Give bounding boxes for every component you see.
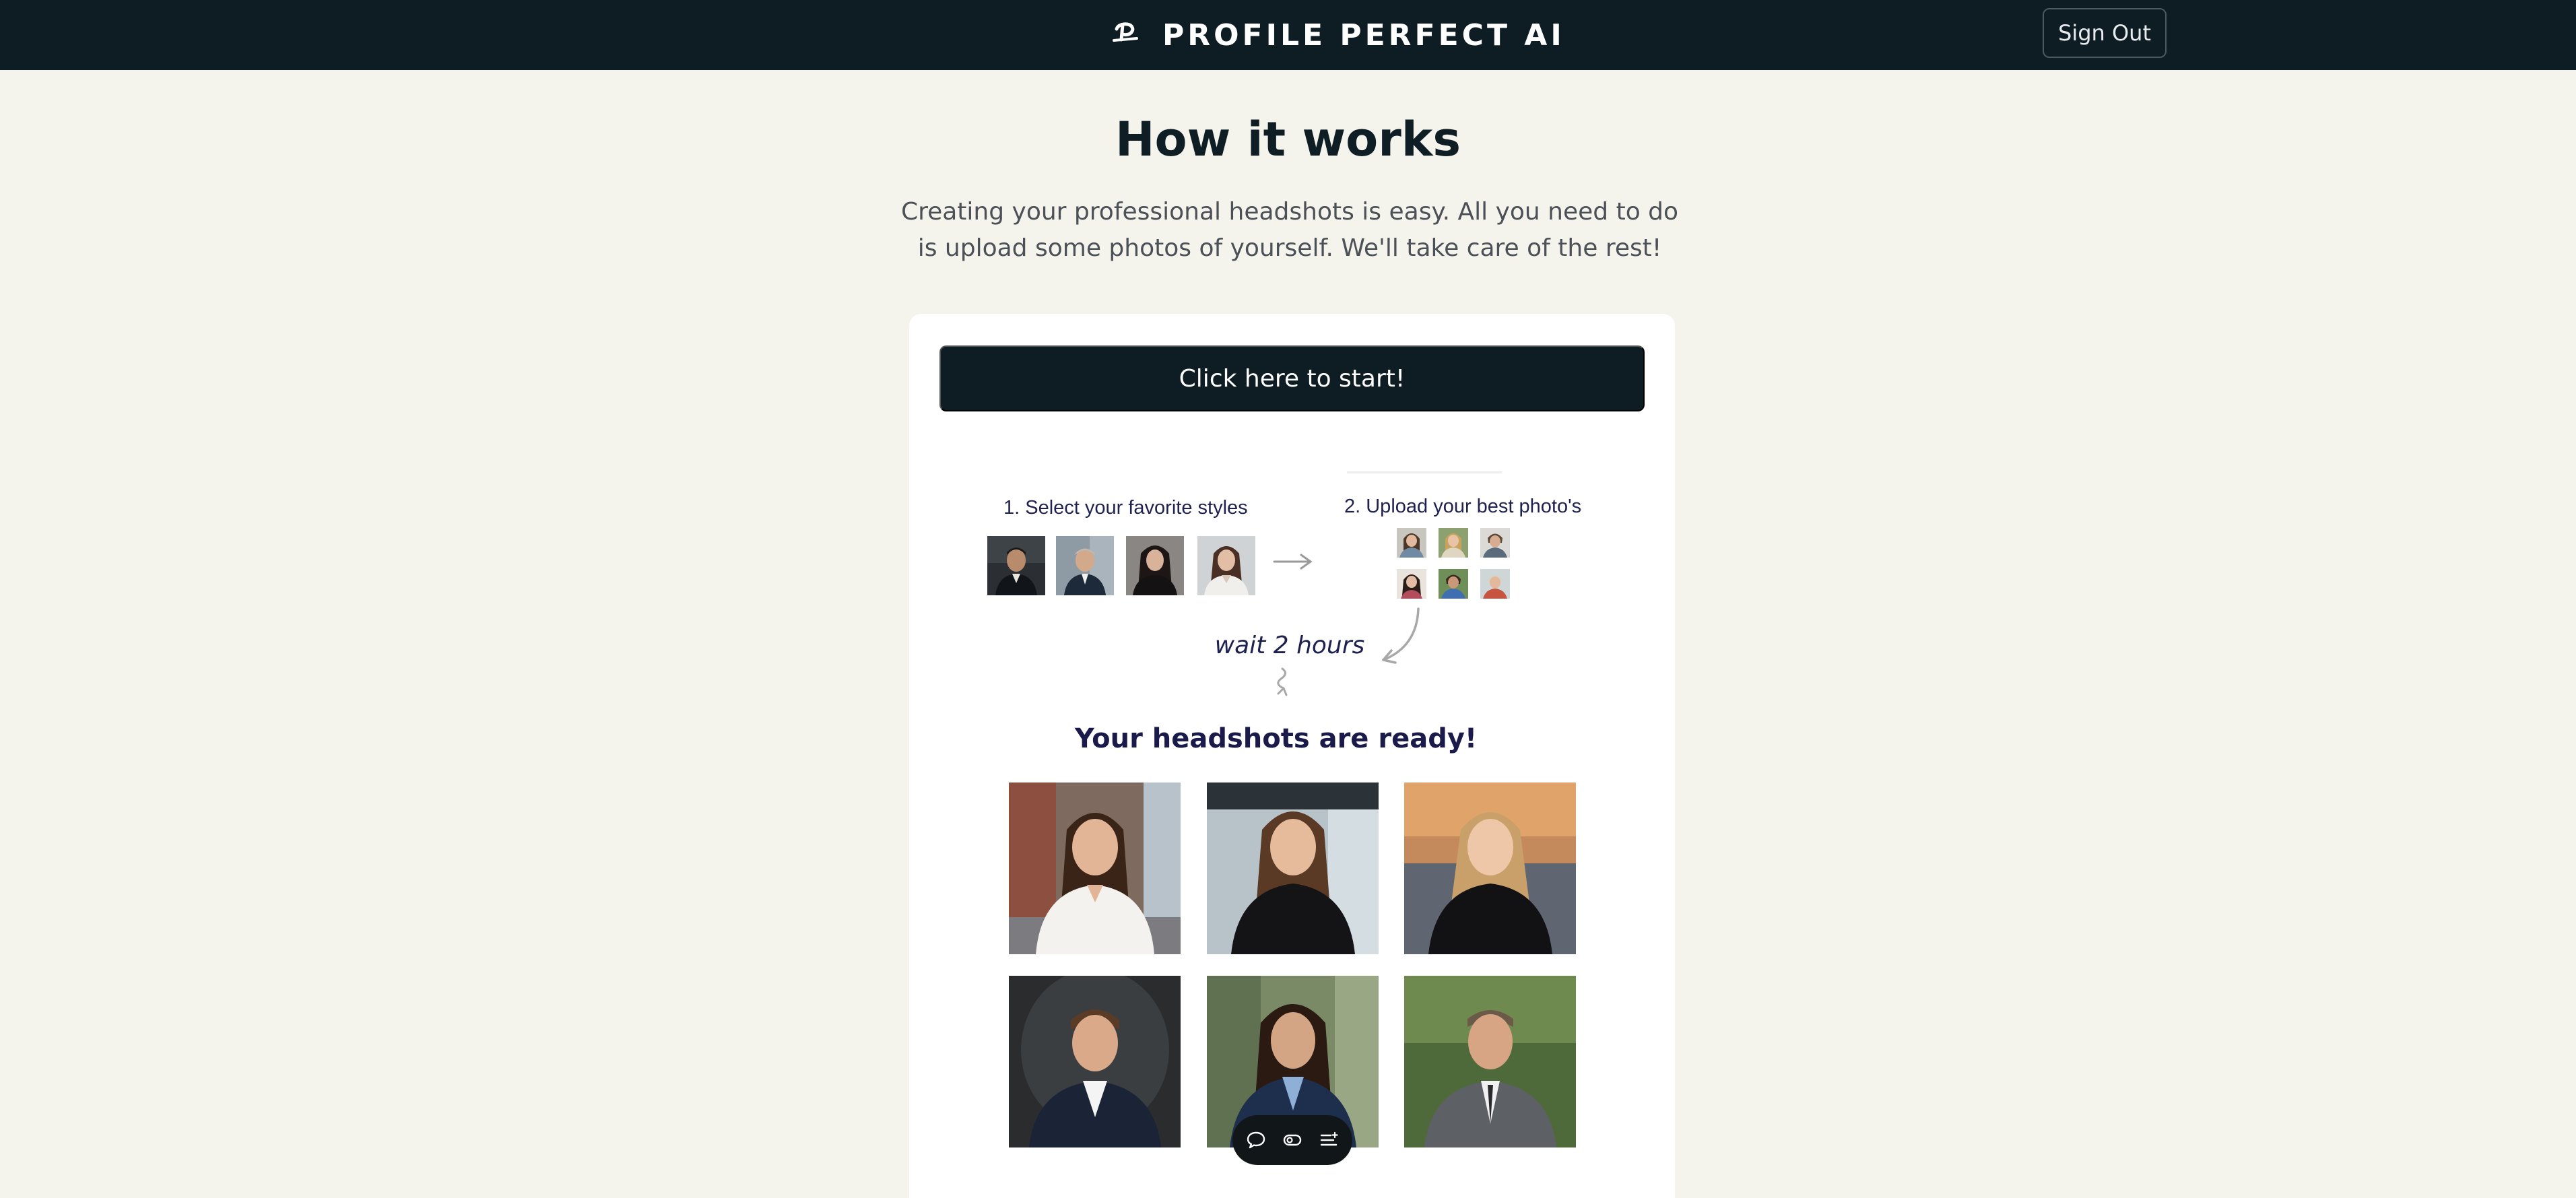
chat-icon[interactable]: [1245, 1129, 1267, 1151]
upload-thumbnail: [1397, 569, 1426, 599]
floating-toolbar: [1232, 1115, 1352, 1165]
wait-label: wait 2 hours: [1214, 632, 1365, 659]
sign-out-button[interactable]: Sign Out: [2043, 8, 2167, 58]
result-headshot: [1009, 783, 1181, 954]
page-subtitle: Creating your professional headshots is …: [900, 198, 1679, 262]
step2-label: 2. Upload your best photo's: [1344, 496, 1582, 517]
style-thumbnail: [1056, 536, 1114, 595]
result-headshot: [1404, 783, 1576, 954]
pp-logo-icon: [1113, 22, 1138, 42]
squiggle-arrow-icon: [1277, 667, 1288, 696]
brand-name: PROFILE PERFECT AI: [1162, 18, 1565, 53]
page-title: How it works: [1115, 112, 1461, 167]
curved-arrow-icon: [1382, 607, 1420, 664]
upload-thumbnail: [1397, 528, 1426, 558]
ready-heading: Your headshots are ready!: [1074, 723, 1478, 754]
upload-thumbnail: [1439, 569, 1468, 599]
brand[interactable]: PROFILE PERFECT AI: [1111, 15, 1565, 55]
style-thumbnail: [1126, 536, 1184, 595]
top-nav-bar: PROFILE PERFECT AI Sign Out: [0, 0, 2576, 70]
upload-thumbnail: [1439, 528, 1468, 558]
style-thumbnail: [987, 536, 1045, 595]
upload-thumbnail: [1480, 528, 1510, 558]
result-headshot: [1207, 783, 1379, 954]
divider: [1347, 471, 1502, 473]
list-icon[interactable]: [1318, 1129, 1340, 1151]
start-button[interactable]: Click here to start!: [939, 345, 1645, 411]
result-headshot: [1404, 976, 1576, 1147]
upload-thumbnail: [1480, 569, 1510, 599]
toggle-icon[interactable]: [1282, 1129, 1303, 1151]
result-headshot: [1009, 976, 1181, 1147]
step1-label: 1. Select your favorite styles: [1003, 497, 1248, 519]
style-thumbnail: [1197, 536, 1255, 595]
arrow-right-icon: [1273, 554, 1313, 570]
